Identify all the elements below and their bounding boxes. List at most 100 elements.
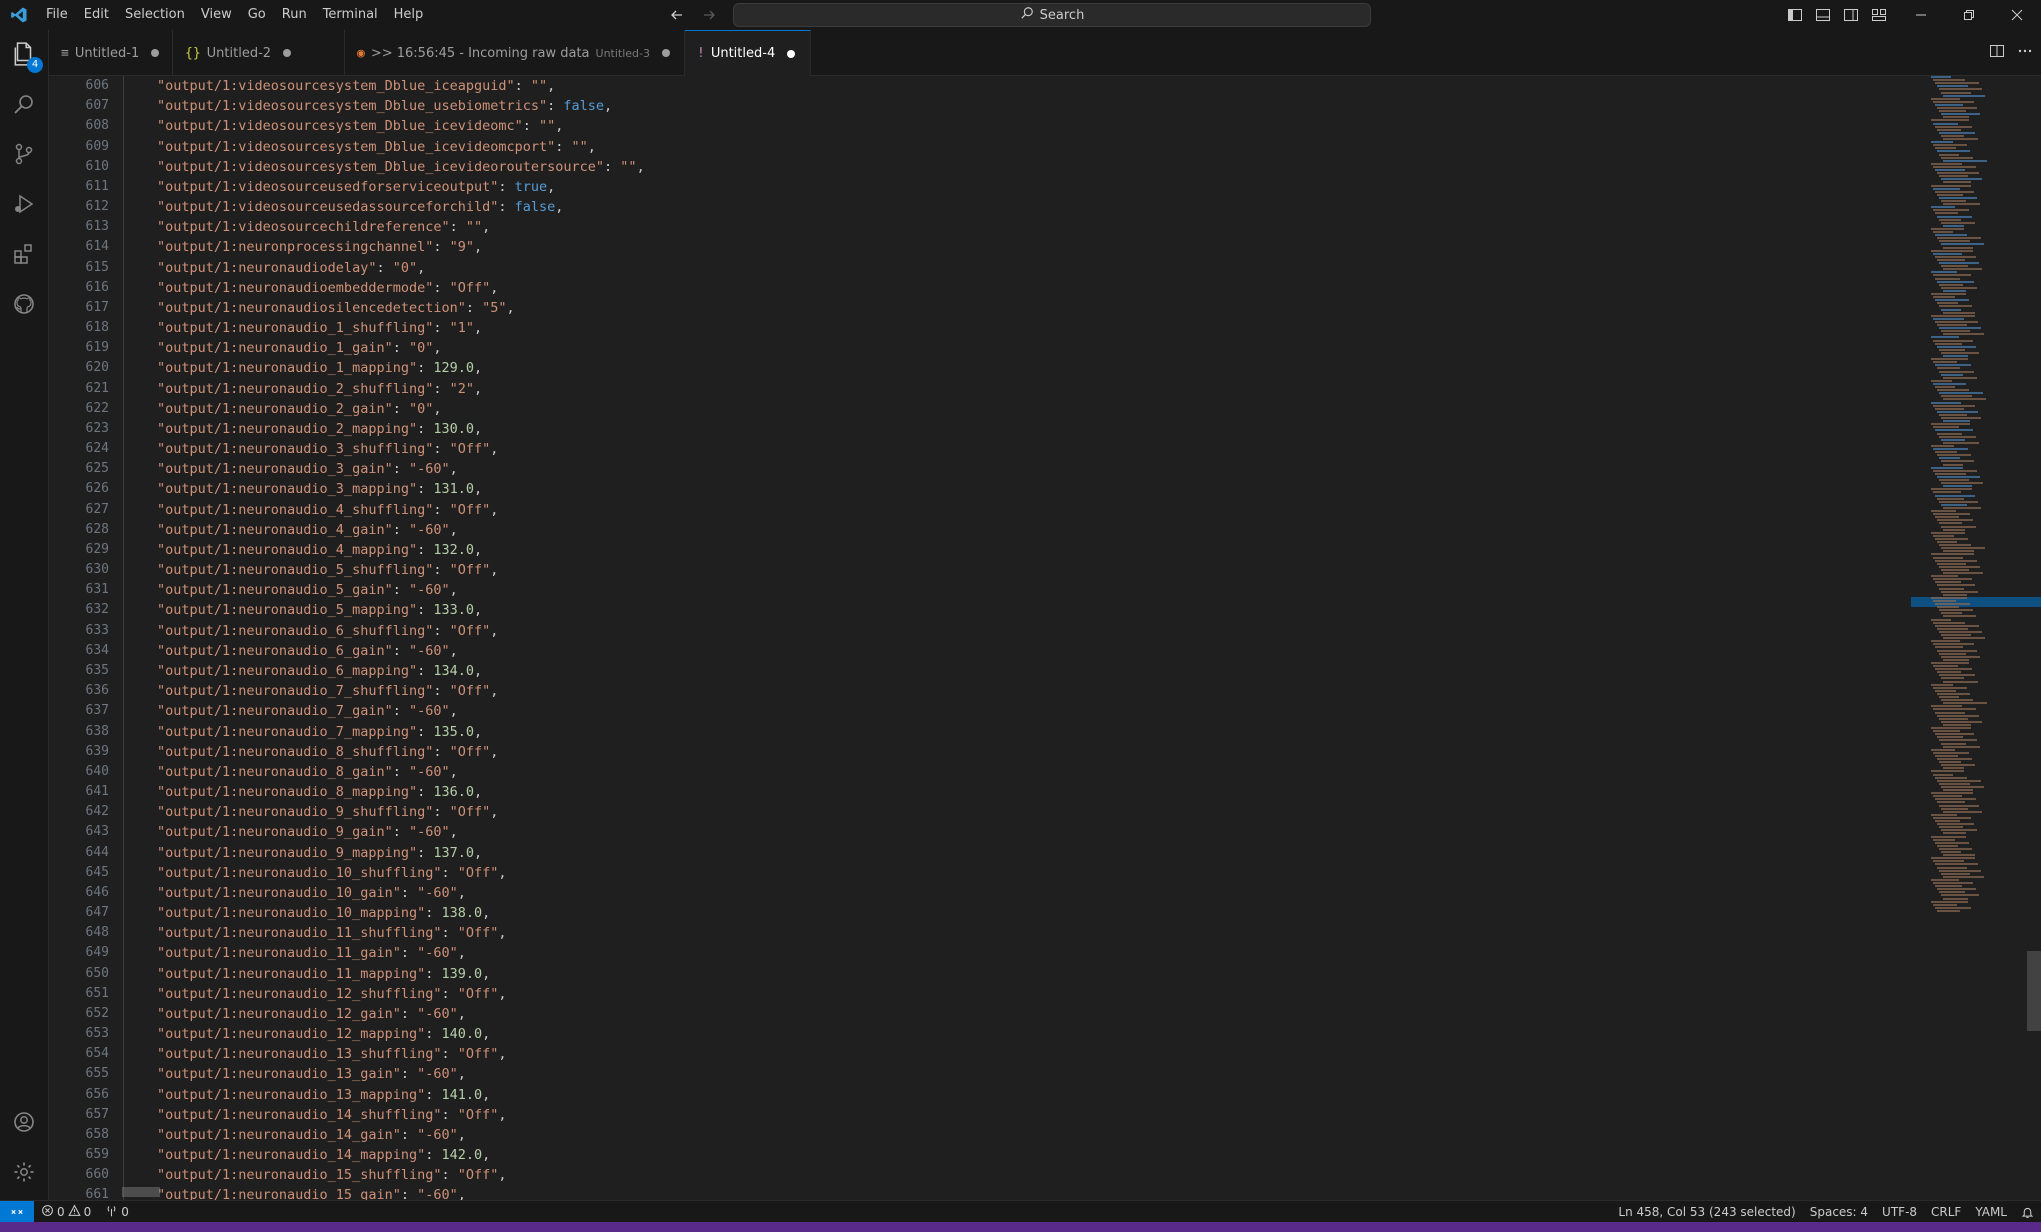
code-line[interactable]: "output/1:videosourcesystem_Dblue_icevid… bbox=[157, 116, 645, 136]
code-line[interactable]: "output/1:videosourcesystem_Dblue_iceapg… bbox=[157, 76, 645, 96]
explorer-icon[interactable]: 4 bbox=[0, 30, 48, 78]
code-line[interactable]: "output/1:neuronaudio_8_shuffling": "Off… bbox=[157, 742, 645, 762]
code-editor[interactable]: 606 607 608 609 610 611 612 613 614 615 616 617 618 6… bbox=[49, 76, 2041, 1200]
menu-edit[interactable]: Edit bbox=[76, 0, 117, 30]
code-line[interactable]: "output/1:neuronaudio_12_mapping": 140.0… bbox=[157, 1024, 645, 1044]
code-line[interactable]: "output/1:neuronaudio_12_shuffling": "Of… bbox=[157, 984, 645, 1004]
code-line[interactable]: "output/1:neuronaudio_9_gain": "-60", bbox=[157, 822, 645, 842]
code-line[interactable]: "output/1:neuronaudio_2_shuffling": "2", bbox=[157, 379, 645, 399]
command-center-search[interactable]: Search bbox=[733, 3, 1371, 27]
code-line[interactable]: "output/1:neuronaudio_4_shuffling": "Off… bbox=[157, 500, 645, 520]
code-line[interactable]: "output/1:neuronaudio_14_gain": "-60", bbox=[157, 1125, 645, 1145]
end-of-line[interactable]: CRLF bbox=[1924, 1205, 1968, 1219]
cursor-position[interactable]: Ln 458, Col 53 (243 selected) bbox=[1611, 1205, 1802, 1219]
problems-indicator[interactable]: 0 0 bbox=[34, 1204, 98, 1220]
code-line[interactable]: "output/1:neuronaudio_5_shuffling": "Off… bbox=[157, 560, 645, 580]
code-line[interactable]: "output/1:neuronaudio_15_gain": "-60", bbox=[157, 1185, 645, 1200]
code-line[interactable]: "output/1:videosourcesystem_Dblue_usebio… bbox=[157, 96, 645, 116]
code-line[interactable]: "output/1:neuronaudio_11_mapping": 139.0… bbox=[157, 964, 645, 984]
code-line[interactable]: "output/1:videosourcesystem_Dblue_icevid… bbox=[157, 137, 645, 157]
menu-file[interactable]: File bbox=[38, 0, 76, 30]
tab-untitled-4[interactable]: ! Untitled-4 bbox=[685, 30, 811, 76]
toggle-secondary-sidebar-icon[interactable] bbox=[1841, 5, 1861, 25]
unsaved-dot-icon[interactable] bbox=[787, 49, 796, 58]
indentation[interactable]: Spaces: 4 bbox=[1803, 1205, 1875, 1219]
toggle-panel-icon[interactable] bbox=[1813, 5, 1833, 25]
extensions-icon[interactable] bbox=[0, 230, 48, 278]
code-line[interactable]: "output/1:neuronprocessingchannel": "9", bbox=[157, 237, 645, 257]
code-line[interactable]: "output/1:neuronaudio_1_shuffling": "1", bbox=[157, 318, 645, 338]
code-line[interactable]: "output/1:videosourceusedforserviceoutpu… bbox=[157, 177, 645, 197]
vertical-scrollbar-thumb[interactable] bbox=[2027, 951, 2041, 1031]
code-line[interactable]: "output/1:neuronaudio_6_mapping": 134.0, bbox=[157, 661, 645, 681]
code-line[interactable]: "output/1:neuronaudio_13_shuffling": "Of… bbox=[157, 1044, 645, 1064]
code-line[interactable]: "output/1:neuronaudio_2_gain": "0", bbox=[157, 399, 645, 419]
search-icon[interactable] bbox=[0, 80, 48, 128]
minimap[interactable] bbox=[1911, 76, 2041, 1200]
code-content[interactable]: "output/1:videosourcesystem_Dblue_iceapg… bbox=[157, 76, 645, 1200]
code-line[interactable]: "output/1:neuronaudio_13_mapping": 141.0… bbox=[157, 1085, 645, 1105]
settings-gear-icon[interactable] bbox=[0, 1148, 48, 1196]
code-line[interactable]: "output/1:neuronaudio_11_gain": "-60", bbox=[157, 943, 645, 963]
restore-icon[interactable] bbox=[1945, 0, 1993, 30]
code-line[interactable]: "output/1:neuronaudio_10_mapping": 138.0… bbox=[157, 903, 645, 923]
code-line[interactable]: "output/1:neuronaudio_14_mapping": 142.0… bbox=[157, 1145, 645, 1165]
code-line[interactable]: "output/1:neuronaudiosilencedetection": … bbox=[157, 298, 645, 318]
notifications-bell-icon[interactable] bbox=[2014, 1206, 2041, 1219]
code-line[interactable]: "output/1:neuronaudio_3_mapping": 131.0, bbox=[157, 479, 645, 499]
code-line[interactable]: "output/1:neuronaudio_9_shuffling": "Off… bbox=[157, 802, 645, 822]
code-line[interactable]: "output/1:neuronaudio_8_gain": "-60", bbox=[157, 762, 645, 782]
ports-indicator[interactable]: 0 bbox=[98, 1204, 136, 1220]
tab-untitled-1[interactable]: ≡ Untitled-1 bbox=[49, 30, 173, 76]
code-line[interactable]: "output/1:neuronaudio_3_shuffling": "Off… bbox=[157, 439, 645, 459]
code-line[interactable]: "output/1:neuronaudio_12_gain": "-60", bbox=[157, 1004, 645, 1024]
code-line[interactable]: "output/1:neuronaudio_4_gain": "-60", bbox=[157, 520, 645, 540]
run-and-debug-icon[interactable] bbox=[0, 180, 48, 228]
code-line[interactable]: "output/1:neuronaudio_5_gain": "-60", bbox=[157, 580, 645, 600]
code-line[interactable]: "output/1:neuronaudio_4_mapping": 132.0, bbox=[157, 540, 645, 560]
source-control-icon[interactable] bbox=[0, 130, 48, 178]
code-line[interactable]: "output/1:neuronaudio_6_shuffling": "Off… bbox=[157, 621, 645, 641]
menu-run[interactable]: Run bbox=[274, 0, 315, 30]
code-line[interactable]: "output/1:neuronaudio_13_gain": "-60", bbox=[157, 1064, 645, 1084]
menu-terminal[interactable]: Terminal bbox=[315, 0, 386, 30]
code-line[interactable]: "output/1:videosourceusedassourceforchil… bbox=[157, 197, 645, 217]
more-actions-icon[interactable] bbox=[2017, 43, 2033, 63]
customize-layout-icon[interactable] bbox=[1869, 5, 1889, 25]
code-line[interactable]: "output/1:neuronaudio_5_mapping": 133.0, bbox=[157, 600, 645, 620]
accounts-icon[interactable] bbox=[0, 1098, 48, 1146]
split-editor-icon[interactable] bbox=[1989, 43, 2005, 63]
tab-untitled-2[interactable]: {} Untitled-2 bbox=[173, 30, 345, 76]
code-line[interactable]: "output/1:neuronaudio_6_gain": "-60", bbox=[157, 641, 645, 661]
unsaved-dot-icon[interactable] bbox=[662, 49, 671, 57]
minimize-icon[interactable] bbox=[1897, 0, 1945, 30]
menu-view[interactable]: View bbox=[193, 0, 240, 30]
code-line[interactable]: "output/1:neuronaudiodelay": "0", bbox=[157, 258, 645, 278]
code-line[interactable]: "output/1:neuronaudio_10_shuffling": "Of… bbox=[157, 863, 645, 883]
code-line[interactable]: "output/1:neuronaudio_11_shuffling": "Of… bbox=[157, 923, 645, 943]
code-line[interactable]: "output/1:videosourcechildreference": ""… bbox=[157, 217, 645, 237]
code-line[interactable]: "output/1:neuronaudioembeddermode": "Off… bbox=[157, 278, 645, 298]
code-line[interactable]: "output/1:videosourcesystem_Dblue_icevid… bbox=[157, 157, 645, 177]
code-line[interactable]: "output/1:neuronaudio_15_shuffling": "Of… bbox=[157, 1165, 645, 1185]
close-icon[interactable] bbox=[1993, 0, 2041, 30]
code-line[interactable]: "output/1:neuronaudio_1_mapping": 129.0, bbox=[157, 358, 645, 378]
code-line[interactable]: "output/1:neuronaudio_14_shuffling": "Of… bbox=[157, 1105, 645, 1125]
horizontal-scrollbar[interactable] bbox=[122, 1187, 160, 1197]
unsaved-dot-icon[interactable] bbox=[283, 49, 292, 57]
code-line[interactable]: "output/1:neuronaudio_3_gain": "-60", bbox=[157, 459, 645, 479]
code-line[interactable]: "output/1:neuronaudio_7_mapping": 135.0, bbox=[157, 722, 645, 742]
unsaved-dot-icon[interactable] bbox=[151, 49, 160, 57]
code-line[interactable]: "output/1:neuronaudio_7_shuffling": "Off… bbox=[157, 681, 645, 701]
code-line[interactable]: "output/1:neuronaudio_7_gain": "-60", bbox=[157, 701, 645, 721]
menu-help[interactable]: Help bbox=[386, 0, 432, 30]
toggle-primary-sidebar-icon[interactable] bbox=[1785, 5, 1805, 25]
code-line[interactable]: "output/1:neuronaudio_2_mapping": 130.0, bbox=[157, 419, 645, 439]
remote-indicator[interactable] bbox=[0, 1200, 34, 1223]
back-arrow-icon[interactable] bbox=[666, 4, 688, 26]
menu-selection[interactable]: Selection bbox=[117, 0, 193, 30]
tab-incoming-raw-data[interactable]: ◉ >> 16:56:45 - Incoming raw data Untitl… bbox=[345, 30, 685, 76]
code-line[interactable]: "output/1:neuronaudio_10_gain": "-60", bbox=[157, 883, 645, 903]
file-encoding[interactable]: UTF-8 bbox=[1875, 1205, 1924, 1219]
menu-go[interactable]: Go bbox=[240, 0, 274, 30]
